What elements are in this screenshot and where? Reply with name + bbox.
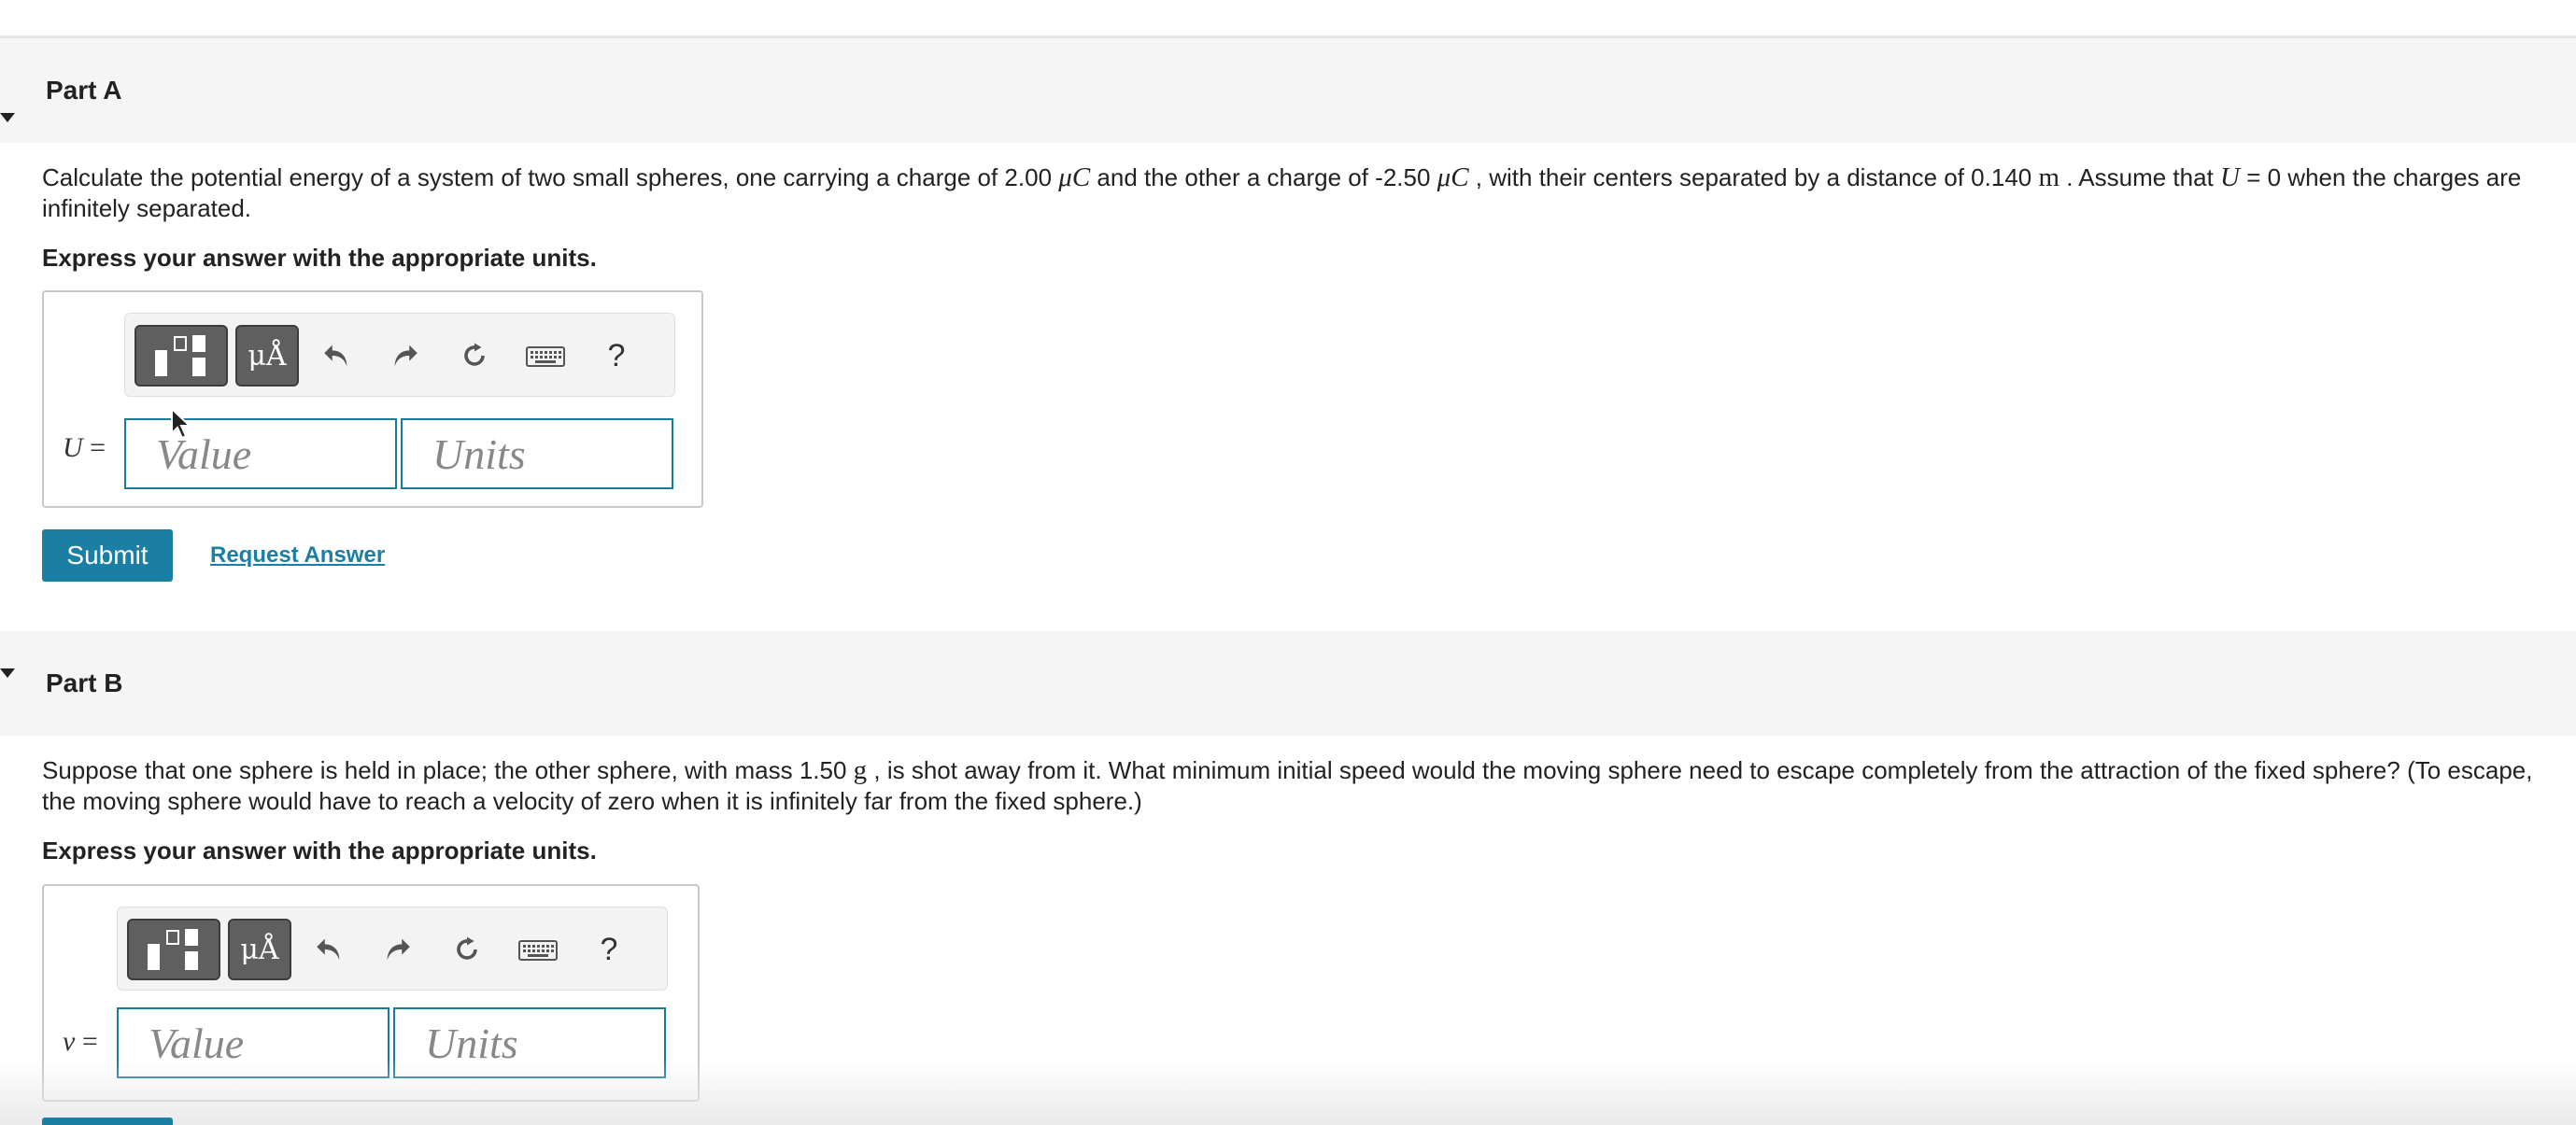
units-button[interactable]: μÅ xyxy=(235,325,299,387)
reset-icon xyxy=(464,343,485,366)
help-button[interactable]: ? xyxy=(581,919,637,980)
answer-variable-label: v = xyxy=(63,1026,98,1057)
templates-icon xyxy=(155,335,205,376)
keyboard-button[interactable] xyxy=(510,919,566,980)
reset-button[interactable] xyxy=(439,919,495,980)
reset-icon xyxy=(457,936,477,960)
units-button[interactable]: μÅ xyxy=(228,919,291,980)
part-a-title: Part A xyxy=(46,76,122,105)
submit-button[interactable]: Submit xyxy=(42,529,173,582)
redo-button[interactable] xyxy=(370,919,426,980)
value-input[interactable]: Value xyxy=(124,418,397,489)
undo-button[interactable] xyxy=(301,919,357,980)
undo-icon xyxy=(324,345,347,367)
part-b-title: Part B xyxy=(46,668,123,697)
part-a-header[interactable]: Part A xyxy=(0,38,2576,143)
undo-button[interactable] xyxy=(308,325,364,387)
part-b-header[interactable]: Part B xyxy=(0,631,2576,736)
part-b-instruction: Express your answer with the appropriate… xyxy=(42,837,597,865)
redo-icon xyxy=(387,938,410,961)
keyboard-button[interactable] xyxy=(517,325,573,387)
math-toolbar: μÅ ? xyxy=(117,907,668,991)
collapse-caret-icon[interactable] xyxy=(0,668,15,678)
math-toolbar: μÅ ? xyxy=(124,313,675,397)
templates-icon xyxy=(148,929,198,970)
undo-icon xyxy=(317,938,340,961)
submit-button-partial[interactable] xyxy=(42,1118,173,1125)
units-input[interactable]: Units xyxy=(401,418,673,489)
collapse-caret-icon[interactable] xyxy=(0,113,15,122)
part-a-instruction: Express your answer with the appropriate… xyxy=(42,244,597,272)
templates-button[interactable] xyxy=(134,325,228,387)
request-answer-link[interactable]: Request Answer xyxy=(210,542,385,569)
part-a-question: Calculate the potential energy of a syst… xyxy=(42,162,2522,222)
reset-button[interactable] xyxy=(446,325,502,387)
mouse-pointer-icon xyxy=(171,407,192,440)
help-button[interactable]: ? xyxy=(588,325,644,387)
redo-button[interactable] xyxy=(377,325,433,387)
keyboard-icon xyxy=(526,346,565,367)
part-a-answer-box: μÅ ? U = Value Units xyxy=(42,290,703,508)
redo-icon xyxy=(394,345,418,367)
keyboard-icon xyxy=(518,940,558,961)
bottom-fade xyxy=(0,1060,2576,1125)
part-b-question: Suppose that one sphere is held in place… xyxy=(42,755,2533,815)
templates-button[interactable] xyxy=(127,919,220,980)
answer-variable-label: U = xyxy=(63,432,106,463)
